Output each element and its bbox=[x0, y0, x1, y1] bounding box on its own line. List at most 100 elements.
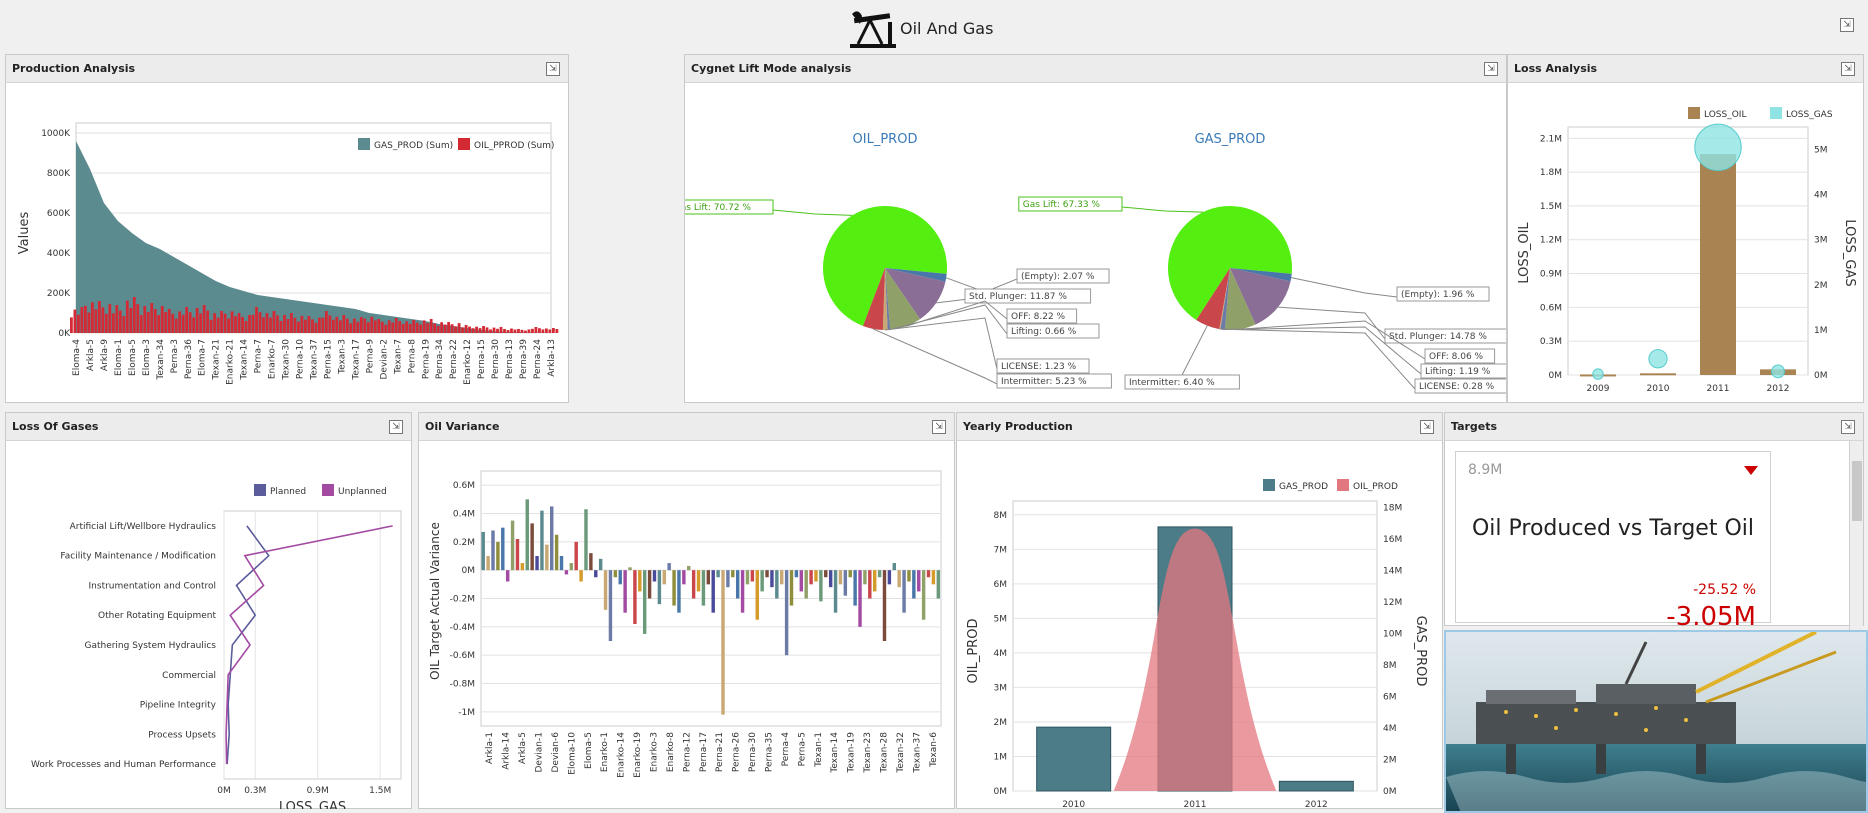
legend-label: GAS_PROD bbox=[1279, 482, 1328, 492]
oil-prod-bar bbox=[531, 328, 534, 333]
loss-gas-bubble bbox=[1648, 349, 1668, 369]
pie-title: OIL_PROD bbox=[853, 132, 918, 147]
targets-scrollbar[interactable] bbox=[1849, 441, 1863, 636]
x-tick-label: Texan-1 bbox=[814, 732, 824, 768]
y-tick-label: Instrumentation and Control bbox=[89, 581, 216, 591]
legend-swatch bbox=[1770, 107, 1782, 119]
oil-prod-bar bbox=[297, 321, 300, 333]
variance-bar bbox=[877, 570, 882, 578]
variance-bar bbox=[589, 553, 593, 571]
panel-title: Production Analysis bbox=[12, 62, 136, 75]
oil-prod-bar bbox=[283, 315, 286, 333]
export-icon[interactable]: ⇲ bbox=[1841, 420, 1855, 434]
oil-prod-bar bbox=[265, 313, 269, 333]
oil-prod-bar bbox=[321, 317, 325, 333]
x-tick-label: Arkla-5 bbox=[86, 339, 96, 371]
oil-prod-bar bbox=[255, 307, 258, 333]
oil-prod-bar bbox=[122, 316, 126, 333]
x-tick-label: 2011 bbox=[1184, 800, 1207, 809]
oil-prod-bar bbox=[272, 311, 276, 333]
oil-prod-bar bbox=[387, 320, 391, 333]
pie-label: Gas Lift: 67.33 % bbox=[1023, 200, 1101, 210]
pie-label: Intermitter: 5.23 % bbox=[1001, 377, 1087, 387]
oil-prod-bar bbox=[213, 313, 217, 333]
oil-prod-bar bbox=[125, 300, 129, 333]
export-icon[interactable]: ⇲ bbox=[1420, 420, 1434, 434]
oil-prod-bar bbox=[136, 304, 140, 333]
x-tick-label: Enarko-21 bbox=[226, 339, 236, 385]
down-triangle-icon bbox=[1744, 466, 1758, 475]
variance-bar bbox=[554, 534, 559, 571]
oil-prod-bar bbox=[499, 327, 503, 333]
x-tick-label: Enarko-7 bbox=[268, 339, 278, 379]
export-icon[interactable]: ⇲ bbox=[1841, 62, 1855, 76]
oil-prod-bar bbox=[534, 327, 538, 333]
x-tick-label: Perna-10 bbox=[296, 339, 306, 379]
x-tick-label: Texan-30 bbox=[282, 339, 292, 381]
oil-prod-bar bbox=[293, 317, 297, 333]
variance-bar bbox=[848, 570, 852, 578]
production-analysis-panel: Production Analysis ⇲ 0K 200K 400K 600K 800K… bbox=[5, 54, 569, 403]
oil-prod-bar bbox=[545, 328, 548, 333]
target-kpi-card[interactable]: 8.9M Oil Produced vs Target Oil -25.52 %… bbox=[1455, 451, 1771, 632]
pie-label: OFF: 8.06 % bbox=[1429, 352, 1484, 362]
yearly-production-panel: Yearly Production ⇲ 0M 1M 2M 3M 4M 5M 6M 7M 8M 0M… bbox=[956, 412, 1443, 809]
pie-label: LICENSE: 0.28 % bbox=[1419, 382, 1495, 392]
variance-bar bbox=[550, 506, 554, 571]
x-tick-label: Perna-26 bbox=[732, 732, 742, 772]
oil-prod-bar bbox=[80, 307, 84, 333]
variance-bar bbox=[735, 570, 740, 599]
scrollbar-thumb[interactable] bbox=[1852, 461, 1862, 521]
x-tick-label: Devian-1 bbox=[535, 732, 545, 773]
x-tick-label: Perna-22 bbox=[449, 339, 459, 379]
oil-prod-bar bbox=[506, 330, 510, 333]
variance-bar bbox=[706, 570, 711, 585]
variance-bar bbox=[804, 570, 808, 599]
loss-chart: 0M 0.3M 0.6M 0.9M 1.2M 1.5M 1.8M 2.1M 0M 1M 2M 3M 4M… bbox=[1517, 107, 1857, 394]
oil-prod-bar bbox=[328, 315, 332, 333]
oil-prod-bar bbox=[363, 318, 367, 333]
export-icon[interactable]: ⇲ bbox=[932, 420, 946, 434]
oil-prod-bar bbox=[143, 306, 147, 333]
pie-label: Std. Plunger: 11.87 % bbox=[969, 292, 1067, 302]
y-tick-label: 400K bbox=[47, 249, 71, 259]
oil-prod-bar bbox=[70, 317, 73, 333]
x-axis-label: LOSS_GAS bbox=[279, 800, 346, 809]
variance-bar bbox=[603, 570, 608, 610]
variance-bar bbox=[770, 570, 774, 588]
pie-leader-line bbox=[872, 328, 998, 385]
pie-label: Std. Plunger: 14.78 % bbox=[1389, 332, 1487, 342]
oil-prod-bar bbox=[384, 324, 388, 333]
x-tick-label: Texan-23 bbox=[863, 732, 873, 774]
panel-title: Loss Of Gases bbox=[12, 420, 99, 433]
oil-prod-bar bbox=[164, 312, 168, 333]
legend-swatch bbox=[358, 138, 370, 150]
export-icon[interactable]: ⇲ bbox=[546, 62, 560, 76]
oil-prod-bar bbox=[153, 309, 157, 333]
y-tick-label: 1.2M bbox=[1540, 236, 1562, 246]
y-tick-label: 0.2M bbox=[453, 538, 475, 548]
pie-leader-line bbox=[772, 209, 853, 216]
y2-tick-label: 0M bbox=[1814, 371, 1828, 381]
y-tick-label: 0M bbox=[994, 787, 1008, 797]
oil-prod-bar bbox=[324, 311, 328, 333]
x-tick-label: Devian-2 bbox=[379, 339, 389, 380]
y-tick-label: -1M bbox=[458, 708, 475, 718]
x-tick-label: Texan-37 bbox=[310, 339, 320, 381]
variance-bar bbox=[633, 570, 637, 624]
export-icon[interactable]: ⇲ bbox=[389, 420, 403, 434]
oil-prod-bar bbox=[77, 314, 80, 333]
oil-prod-bar bbox=[192, 317, 196, 333]
oil-prod-bar bbox=[359, 317, 363, 333]
oil-prod-bar bbox=[478, 328, 482, 333]
export-icon[interactable]: ⇲ bbox=[1484, 62, 1498, 76]
kpi-delta: -3.05M bbox=[1666, 602, 1756, 632]
variance-bar bbox=[657, 570, 662, 605]
oil-prod-bar bbox=[524, 330, 527, 333]
oil-prod-bar bbox=[331, 319, 335, 333]
panel-header: Yearly Production ⇲ bbox=[957, 413, 1442, 441]
y-tick-label: 8M bbox=[994, 511, 1008, 521]
dashboard-export-icon[interactable]: ⇲ bbox=[1840, 18, 1854, 32]
x-tick-label: Eloma-10 bbox=[567, 732, 577, 775]
x-tick-label: Perna-36 bbox=[184, 339, 194, 379]
